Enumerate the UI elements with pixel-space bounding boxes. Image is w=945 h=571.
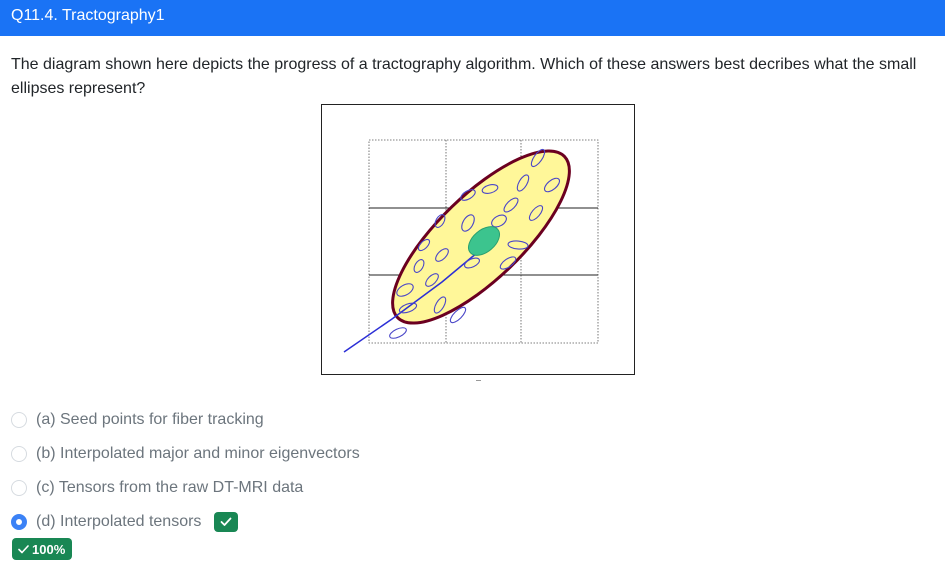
question-title: Q11.4. Tractography1 bbox=[11, 7, 165, 24]
option-a-radio[interactable] bbox=[11, 412, 27, 428]
option-c[interactable]: (c) Tensors from the raw DT-MRI data bbox=[11, 471, 511, 505]
option-d-label: (d) Interpolated tensors bbox=[36, 513, 202, 530]
option-b-label: (b) Interpolated major and minor eigenve… bbox=[36, 445, 360, 462]
score-label: 100% bbox=[32, 541, 66, 557]
option-d[interactable]: (d) Interpolated tensors bbox=[11, 505, 511, 539]
option-b-radio[interactable] bbox=[11, 446, 27, 462]
figure-caption-mark bbox=[476, 380, 481, 381]
option-c-radio[interactable] bbox=[11, 480, 27, 496]
tractography-diagram bbox=[321, 104, 635, 375]
checkmark-icon bbox=[221, 517, 232, 526]
question-text: The diagram shown here depicts the progr… bbox=[11, 56, 917, 97]
question-header: Q11.4. Tractography1 bbox=[0, 0, 945, 36]
diagram-svg bbox=[343, 139, 599, 353]
option-d-radio[interactable] bbox=[11, 514, 27, 530]
option-c-label: (c) Tensors from the raw DT-MRI data bbox=[36, 479, 304, 496]
option-a[interactable]: (a) Seed points for fiber tracking bbox=[11, 403, 511, 437]
score-badge: 100% bbox=[12, 538, 73, 560]
option-a-label: (a) Seed points for fiber tracking bbox=[36, 411, 264, 428]
correct-answer-badge bbox=[214, 512, 239, 532]
answer-options: (a) Seed points for fiber tracking (b) I… bbox=[11, 403, 511, 539]
checkmark-icon bbox=[18, 544, 29, 553]
option-b[interactable]: (b) Interpolated major and minor eigenve… bbox=[11, 437, 511, 471]
